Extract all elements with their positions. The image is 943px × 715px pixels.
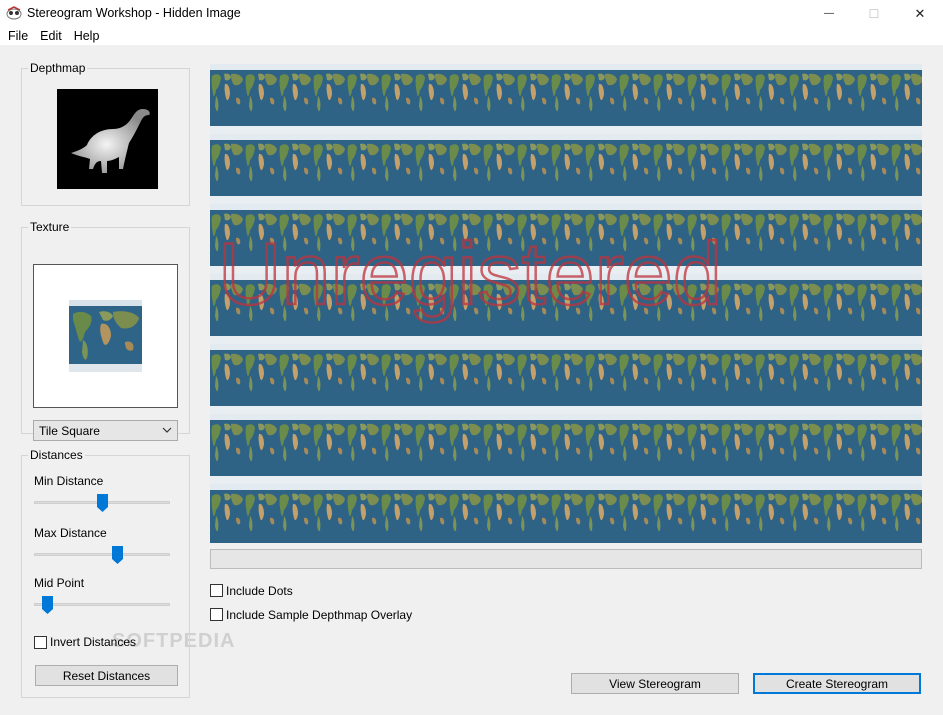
close-button[interactable]: ✕ (897, 0, 943, 27)
menu-bar: File Edit Help (0, 27, 943, 45)
window-title: Stereogram Workshop - Hidden Image (27, 6, 241, 20)
maximize-button[interactable]: ☐ (851, 0, 897, 27)
invert-distances-label[interactable]: Invert Distances (50, 635, 136, 649)
reset-distances-button[interactable]: Reset Distances (35, 665, 178, 686)
title-bar: Stereogram Workshop - Hidden Image — ☐ ✕ (0, 0, 943, 27)
texture-title: Texture (28, 220, 72, 234)
texture-group: Texture Tile Square SOFTPEDIA (21, 220, 234, 652)
max-distance-slider-track[interactable] (34, 553, 170, 556)
view-stereogram-label: View Stereogram (609, 676, 701, 691)
dinosaur-depthmap (71, 109, 150, 173)
depthmap-image[interactable] (57, 89, 158, 189)
include-dots-checkbox[interactable] (210, 584, 223, 597)
distances-group: Distances Min Distance Max Distance Mid … (21, 448, 190, 698)
min-distance-slider-thumb[interactable] (97, 494, 108, 512)
stereogram-image: Unregistered (210, 64, 922, 543)
menu-help[interactable]: Help (68, 27, 106, 45)
menu-file[interactable]: File (2, 27, 34, 45)
mid-point-label: Mid Point (34, 576, 85, 590)
maximize-icon: ☐ (868, 6, 880, 21)
progress-bar (210, 549, 922, 569)
texture-mode-select[interactable]: Tile Square (33, 420, 178, 441)
reset-distances-label: Reset Distances (62, 668, 151, 683)
depthmap-group: Depthmap (21, 61, 190, 206)
world-map-texture (69, 300, 142, 372)
texture-mode-value: Tile Square (39, 423, 100, 438)
unregistered-watermark: Unregistered (218, 224, 722, 323)
view-stereogram-button[interactable]: View Stereogram (571, 673, 739, 694)
menu-edit[interactable]: Edit (34, 27, 68, 45)
close-icon: ✕ (914, 5, 926, 21)
max-distance-slider-thumb[interactable] (112, 546, 123, 564)
include-dots-label[interactable]: Include Dots (226, 584, 293, 598)
invert-distances-checkbox[interactable] (34, 636, 47, 649)
minimize-icon: — (824, 8, 834, 19)
depthmap-title: Depthmap (28, 61, 88, 75)
texture-preview[interactable] (33, 264, 178, 408)
chevron-down-icon (162, 427, 172, 433)
distances-title: Distances (28, 448, 85, 462)
mid-point-slider-thumb[interactable] (42, 596, 53, 614)
mid-point-slider-track[interactable] (34, 603, 170, 606)
stereogram-preview[interactable]: Unregistered (210, 64, 922, 543)
include-overlay-checkbox[interactable] (210, 608, 223, 621)
max-distance-label: Max Distance (34, 526, 107, 540)
create-stereogram-label: Create Stereogram (785, 676, 889, 691)
min-distance-label: Min Distance (34, 474, 104, 488)
minimize-button[interactable]: — (806, 0, 852, 27)
stereogram-app-icon (6, 6, 22, 20)
include-overlay-label[interactable]: Include Sample Depthmap Overlay (226, 608, 412, 622)
create-stereogram-button[interactable]: Create Stereogram (753, 673, 921, 694)
